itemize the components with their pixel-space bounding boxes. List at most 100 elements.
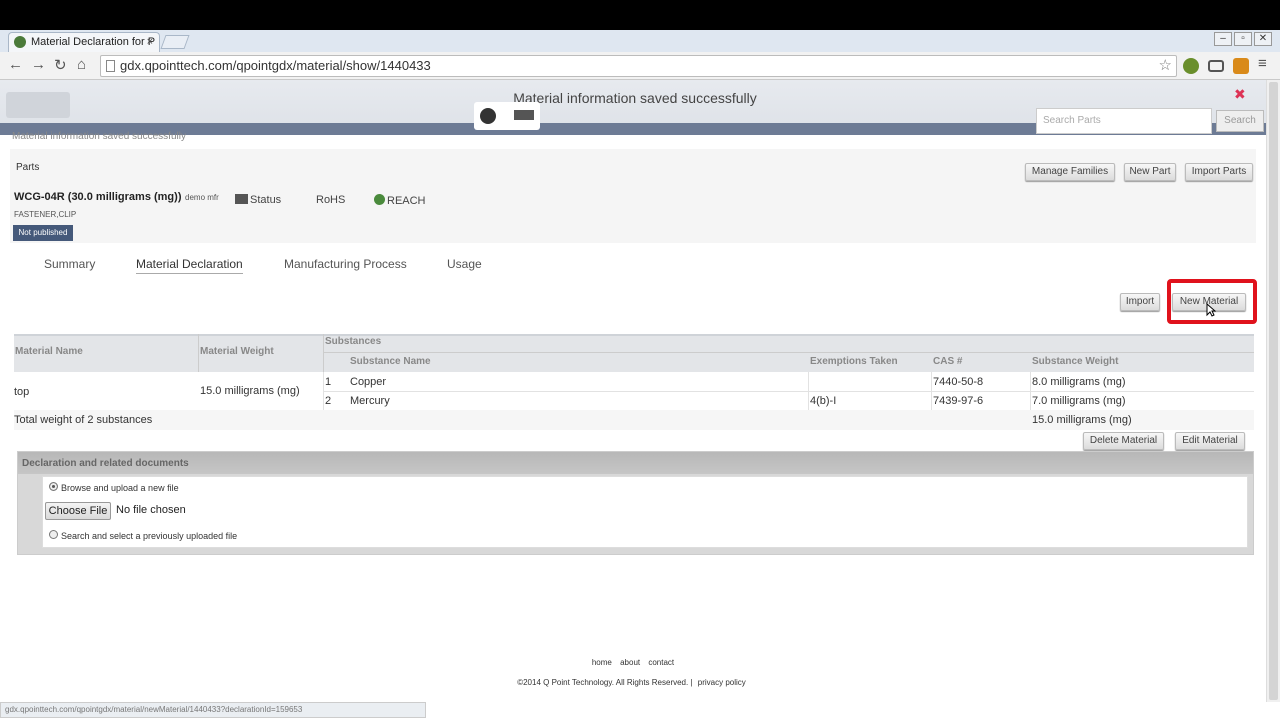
new-tab-button[interactable]	[160, 35, 190, 49]
home-icon[interactable]: ⌂	[77, 56, 86, 73]
no-file-label: No file chosen	[116, 504, 186, 516]
column-divider	[808, 372, 809, 410]
cast-icon[interactable]	[1208, 60, 1224, 72]
header-divider	[324, 352, 1254, 353]
rohs-flag[interactable]: RoHS	[308, 194, 345, 206]
bookmark-star-icon[interactable]: ☆	[1159, 56, 1172, 76]
back-icon[interactable]: ←	[8, 56, 23, 73]
header-material-weight[interactable]: Material Weight	[200, 346, 274, 357]
page-icon	[106, 60, 115, 72]
status-icon	[235, 194, 248, 204]
footer-copyright: ©2014 Q Point Technology. All Rights Res…	[517, 678, 746, 687]
import-button[interactable]: Import	[1120, 293, 1160, 311]
favicon-icon	[14, 36, 26, 48]
address-bar: ← → ↻ ⌂ gdx.qpointtech.com/qpointgdx/mat…	[0, 52, 1280, 80]
check-icon	[374, 194, 385, 205]
url-text: gdx.qpointtech.com/qpointgdx/material/sh…	[120, 58, 431, 73]
forward-icon[interactable]: →	[31, 56, 46, 73]
upload-radio[interactable]	[49, 482, 58, 491]
publish-status-badge: Not published	[13, 225, 73, 241]
rohs-icon	[308, 194, 314, 204]
column-divider	[323, 372, 324, 410]
substance-name-cell: Copper	[350, 376, 387, 388]
highlight-box	[1167, 279, 1257, 324]
search-radio[interactable]	[49, 530, 58, 539]
column-divider	[1030, 372, 1031, 410]
flash-sub-message: Material information saved successfully	[12, 131, 186, 142]
header-substance-weight[interactable]: Substance Weight	[1032, 356, 1119, 367]
declaration-title: Declaration and related documents	[18, 452, 1253, 474]
header-cas[interactable]: CAS #	[933, 356, 962, 367]
reload-icon[interactable]: ↻	[54, 56, 67, 74]
delete-material-button[interactable]: Delete Material	[1083, 432, 1164, 450]
tab-summary[interactable]: Summary	[44, 257, 95, 271]
scrollbar-thumb[interactable]	[1269, 82, 1278, 700]
column-divider	[323, 334, 324, 372]
search-parts-input[interactable]: Search Parts	[1036, 108, 1212, 134]
restore-icon[interactable]: ▫	[1234, 32, 1252, 46]
flash-widget	[474, 102, 540, 130]
total-weight: 15.0 milligrams (mg)	[1032, 414, 1132, 426]
mouse-cursor-icon	[1206, 303, 1216, 317]
search-button[interactable]: Search	[1216, 110, 1264, 132]
minimize-icon[interactable]: –	[1214, 32, 1232, 46]
row-divider	[324, 391, 1254, 392]
tab-usage[interactable]: Usage	[447, 257, 482, 271]
declaration-panel: Declaration and related documents Browse…	[17, 451, 1254, 555]
spinner-icon	[480, 108, 496, 124]
material-weight-cell: 15.0 milligrams (mg)	[200, 385, 300, 397]
footer-about-link[interactable]: about	[620, 658, 640, 667]
choose-file-button[interactable]: Choose File	[45, 502, 111, 520]
footer-links: home about contact	[0, 658, 1266, 667]
header-substances: Substances	[325, 336, 382, 347]
footer-contact-link[interactable]: contact	[648, 658, 674, 667]
menu-icon[interactable]: ≡	[1258, 55, 1267, 72]
part-name: WCG-04R (30.0 milligrams (mg))	[14, 191, 182, 203]
manage-families-button[interactable]: Manage Families	[1025, 163, 1115, 181]
total-label: Total weight of 2 substances	[14, 414, 153, 426]
site-logo	[6, 92, 70, 118]
parts-label: Parts	[16, 162, 40, 173]
reach-flag[interactable]: REACH	[374, 194, 426, 207]
parts-panel: Parts WCG-04R (30.0 milligrams (mg)) dem…	[10, 149, 1256, 243]
substance-weight-cell: 8.0 milligrams (mg)	[1032, 376, 1126, 388]
tab-close-icon[interactable]: ×	[147, 33, 153, 51]
close-window-icon[interactable]: ✕	[1254, 32, 1272, 46]
substance-index: 2	[325, 395, 332, 407]
url-input[interactable]: gdx.qpointtech.com/qpointgdx/material/sh…	[100, 55, 1177, 77]
screen-top-bar	[0, 0, 1280, 30]
privacy-policy-link[interactable]: privacy policy	[698, 678, 746, 687]
header-substance-name[interactable]: Substance Name	[350, 356, 431, 367]
column-divider	[198, 334, 199, 372]
browser-tab[interactable]: Material Declaration for P ×	[8, 32, 160, 52]
header-material-name[interactable]: Material Name	[15, 346, 83, 357]
footer-home-link[interactable]: home	[592, 658, 612, 667]
tab-material-declaration[interactable]: Material Declaration	[136, 257, 243, 274]
substance-index: 1	[325, 376, 332, 388]
column-divider	[931, 372, 932, 410]
part-manufacturer: demo mfr	[185, 193, 219, 202]
search-option-label: Search and select a previously uploaded …	[61, 531, 238, 541]
upload-option-label: Browse and upload a new file	[61, 483, 179, 493]
exemption-cell: 4(b)-I	[810, 395, 837, 407]
header-exemptions[interactable]: Exemptions Taken	[810, 356, 898, 367]
copyright-text: ©2014 Q Point Technology. All Rights Res…	[517, 678, 689, 687]
browser-tabstrip: Material Declaration for P × – ▫ ✕	[0, 30, 1280, 52]
edit-material-button[interactable]: Edit Material	[1175, 432, 1245, 450]
extension-badge-icon[interactable]	[1233, 58, 1249, 74]
material-name-cell: top	[14, 386, 30, 398]
new-part-button[interactable]: New Part	[1124, 163, 1176, 181]
extension-shield-icon[interactable]	[1183, 58, 1199, 74]
status-flag[interactable]: Status	[235, 194, 281, 206]
flash-close-icon[interactable]: ✖	[1234, 86, 1246, 103]
page-scrollbar[interactable]	[1266, 80, 1280, 702]
cas-cell: 7439-97-6	[933, 395, 984, 407]
cas-cell: 7440-50-8	[933, 376, 984, 388]
browser-status-bar: gdx.qpointtech.com/qpointgdx/material/ne…	[0, 702, 426, 718]
window-controls: – ▫ ✕	[1212, 32, 1272, 46]
import-parts-button[interactable]: Import Parts	[1185, 163, 1253, 181]
substance-weight-cell: 7.0 milligrams (mg)	[1032, 395, 1126, 407]
tab-manufacturing-process[interactable]: Manufacturing Process	[284, 257, 407, 271]
browser-tab-title: Material Declaration for P	[31, 36, 156, 48]
progress-icon	[514, 110, 534, 120]
